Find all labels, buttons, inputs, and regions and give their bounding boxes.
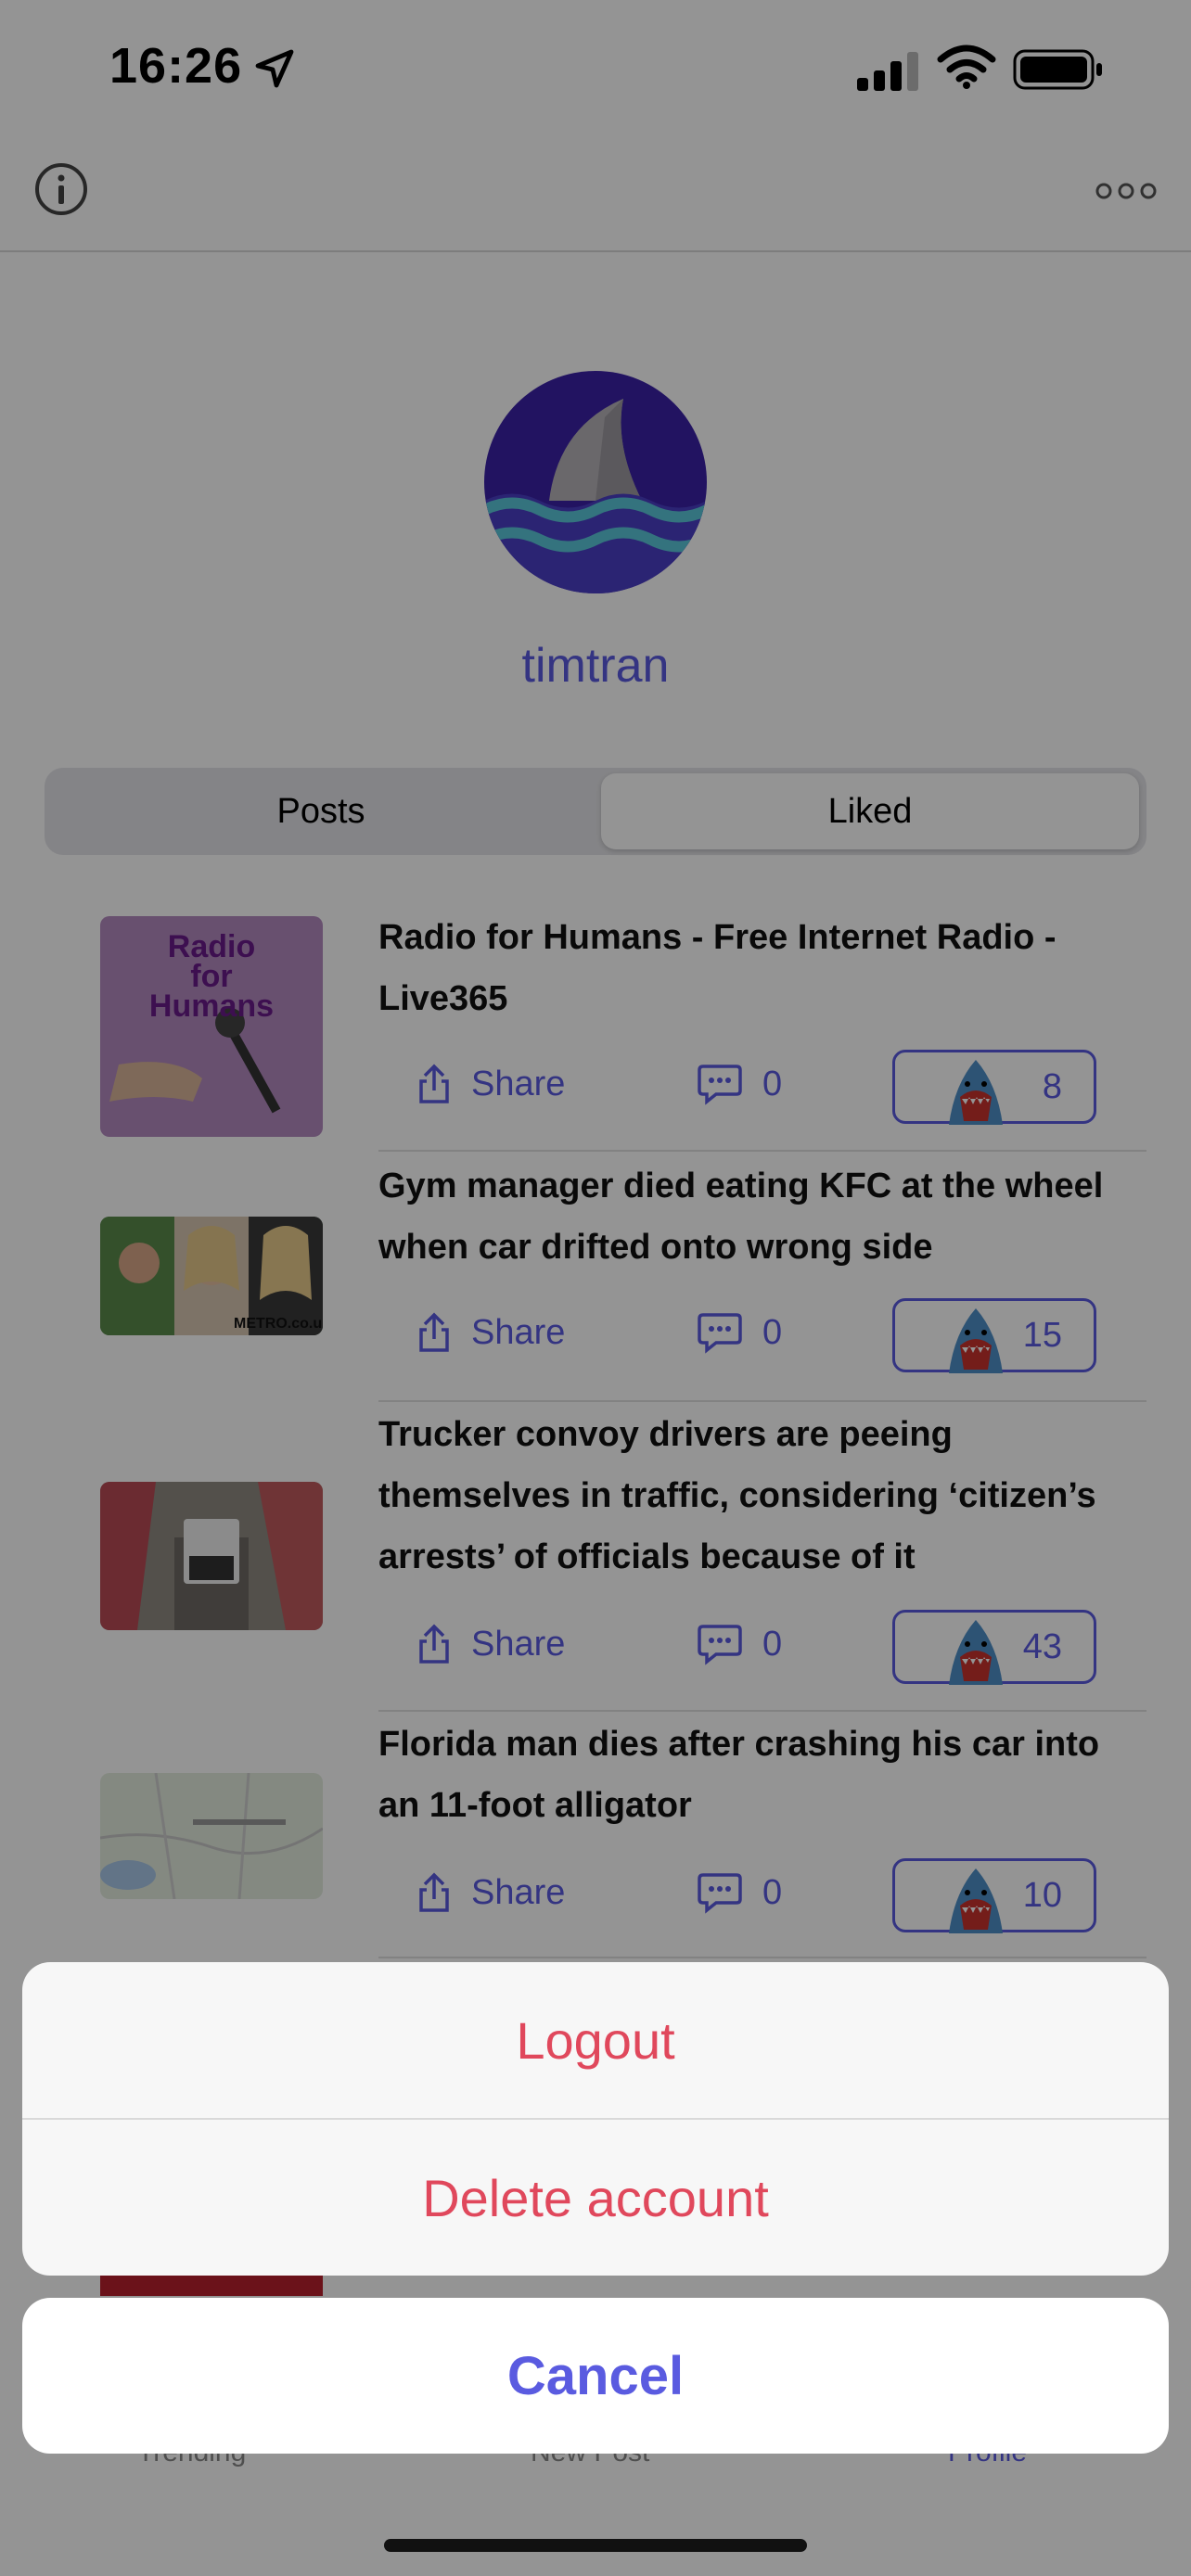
cancel-button[interactable]: Cancel xyxy=(22,2298,1169,2454)
action-sheet: Logout Delete account xyxy=(22,1962,1169,2276)
profile-screen: 16:26 timtran Posts Liked Radio for Huma… xyxy=(0,0,1191,2576)
logout-button[interactable]: Logout xyxy=(22,1962,1169,2118)
delete-account-button[interactable]: Delete account xyxy=(22,2120,1169,2276)
home-indicator[interactable] xyxy=(384,2539,807,2552)
